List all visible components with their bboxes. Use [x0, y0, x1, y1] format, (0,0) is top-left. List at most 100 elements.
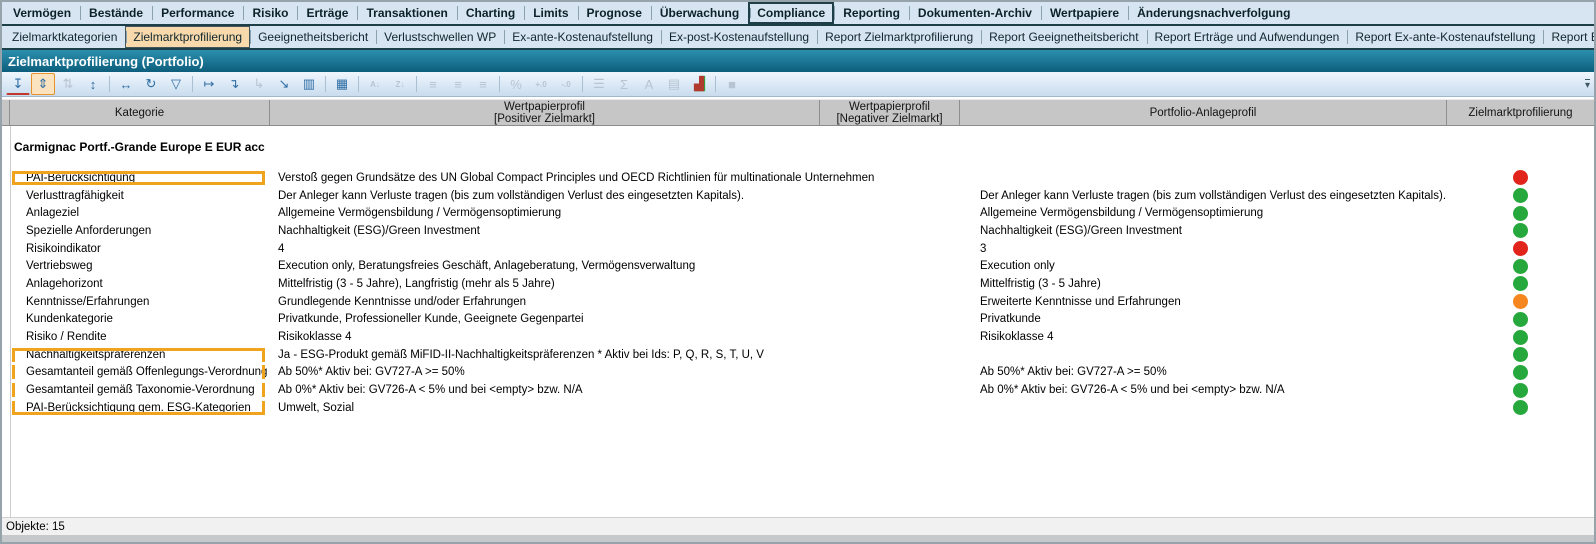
chart-icon[interactable]: ▟ — [687, 73, 711, 95]
expand-all-icon[interactable]: ⇕ — [31, 73, 55, 95]
zielmarktprofilierung-cell[interactable] — [1447, 400, 1594, 415]
drill-down-icon[interactable]: ↘ — [272, 73, 296, 95]
column-move-left-icon[interactable]: ↦ — [197, 73, 221, 95]
menu-tab-limits[interactable]: Limits — [524, 2, 577, 24]
menu-tab-prognose[interactable]: Prognose — [578, 2, 651, 24]
column-header-wertpapierprofil-positiver-zielmarkt[interactable]: Wertpapierprofil[Positiver Zielmarkt] — [270, 100, 820, 125]
refresh-icon[interactable]: ↻ — [139, 73, 163, 95]
menu-tab-risiko[interactable]: Risiko — [243, 2, 297, 24]
menu-tab-vermögen[interactable]: Vermögen — [4, 2, 80, 24]
zielmarktprofilierung-cell[interactable] — [1447, 294, 1594, 309]
portfolio-group-row[interactable]: Carmignac Portf.-Grande Europe E EUR acc — [2, 138, 1594, 156]
menu-tab-änderungsnachverfolgung[interactable]: Änderungsnachverfolgung — [1128, 2, 1299, 24]
menu-tab-compliance[interactable]: Compliance — [748, 2, 834, 24]
category-cell[interactable]: Risiko / Rendite — [10, 331, 270, 343]
wertpapierprofil-positiv-cell[interactable]: Der Anleger kann Verluste tragen (bis zu… — [270, 190, 820, 202]
subtab-geeignetheitsbericht[interactable]: Geeignetheitsbericht — [250, 26, 376, 48]
wertpapierprofil-positiv-cell[interactable]: Nachhaltigkeit (ESG)/Green Investment — [270, 225, 820, 237]
filter-icon[interactable]: ▽ — [164, 73, 188, 95]
zielmarktprofilierung-cell[interactable] — [1447, 206, 1594, 221]
wertpapierprofil-positiv-cell[interactable]: Umwelt, Sozial — [270, 402, 820, 414]
subtab-report-ex-post-kostenaufstellung[interactable]: Report Ex-post-Kostenaufstellung — [1543, 26, 1596, 48]
category-cell[interactable]: PAI-Berücksichtigung gem. ESG-Kategorien — [10, 402, 270, 414]
portfolio-anlageprofil-cell[interactable]: Allgemeine Vermögensbildung / Vermögenso… — [960, 207, 1447, 219]
menu-tab-performance[interactable]: Performance — [152, 2, 243, 24]
portfolio-anlageprofil-cell[interactable]: Nachhaltigkeit (ESG)/Green Investment — [960, 225, 1447, 237]
portfolio-anlageprofil-cell[interactable]: Ab 50%* Aktiv bei: GV727-A >= 50% — [960, 366, 1447, 378]
category-cell[interactable]: Vertriebsweg — [10, 260, 270, 272]
wertpapierprofil-positiv-cell[interactable]: Ab 50%* Aktiv bei: GV727-A >= 50% — [270, 366, 820, 378]
zielmarktprofilierung-cell[interactable] — [1447, 312, 1594, 327]
column-header-kategorie[interactable]: Kategorie — [10, 100, 270, 125]
wertpapierprofil-positiv-cell[interactable]: Allgemeine Vermögensbildung / Vermögenso… — [270, 207, 820, 219]
portfolio-anlageprofil-cell[interactable]: Ab 0%* Aktiv bei: GV726-A < 5% und bei <… — [960, 384, 1447, 396]
portfolio-anlageprofil-cell[interactable]: Execution only — [960, 260, 1447, 272]
menu-tab-reporting[interactable]: Reporting — [834, 2, 909, 24]
menu-tab-charting[interactable]: Charting — [457, 2, 524, 24]
category-cell[interactable]: PAI-Berücksichtigung — [10, 172, 270, 184]
zielmarktprofilierung-cell[interactable] — [1447, 365, 1594, 380]
portfolio-anlageprofil-cell[interactable]: Risikoklasse 4 — [960, 331, 1447, 343]
freeze-columns-icon[interactable]: ▦ — [330, 73, 354, 95]
wertpapierprofil-positiv-cell[interactable]: Risikoklasse 4 — [270, 331, 820, 343]
zielmarktprofilierung-cell[interactable] — [1447, 330, 1594, 345]
wertpapierprofil-positiv-cell[interactable]: Execution only, Beratungsfreies Geschäft… — [270, 260, 820, 272]
group-columns-icon[interactable]: ▥ — [297, 73, 321, 95]
subtab-zielmarktprofilierung[interactable]: Zielmarktprofilierung — [125, 26, 250, 48]
menu-tab-bestände[interactable]: Bestände — [80, 2, 152, 24]
subtab-ex-ante-kostenaufstellung[interactable]: Ex-ante-Kostenaufstellung — [504, 26, 661, 48]
zielmarktprofilierung-cell[interactable] — [1447, 383, 1594, 398]
wertpapierprofil-positiv-cell[interactable]: Ja - ESG-Produkt gemäß MiFID-II-Nachhalt… — [270, 349, 820, 361]
category-cell[interactable]: Risikoindikator — [10, 243, 270, 255]
wertpapierprofil-positiv-cell[interactable]: Grundlegende Kenntnisse und/oder Erfahru… — [270, 296, 820, 308]
subtab-verlustschwellen-wp[interactable]: Verlustschwellen WP — [376, 26, 504, 48]
category-cell[interactable]: Kundenkategorie — [10, 313, 270, 325]
category-cell[interactable]: Anlagehorizont — [10, 278, 270, 290]
subtab-report-erträge-und-aufwendungen[interactable]: Report Erträge und Aufwendungen — [1147, 26, 1348, 48]
subtab-ex-post-kostenaufstellung[interactable]: Ex-post-Kostenaufstellung — [661, 26, 817, 48]
menu-tab-überwachung[interactable]: Überwachung — [651, 2, 748, 24]
column-remove-icon: ↳ — [247, 73, 271, 95]
subtab-report-geeignetheitsbericht[interactable]: Report Geeignetheitsbericht — [981, 26, 1146, 48]
wertpapierprofil-positiv-cell[interactable]: Privatkunde, Professioneller Kunde, Geei… — [270, 313, 820, 325]
fit-height-icon[interactable]: ↕ — [81, 73, 105, 95]
status-green-dot-icon — [1513, 383, 1528, 398]
subtab-report-zielmarktprofilierung[interactable]: Report Zielmarktprofilierung — [817, 26, 981, 48]
resize-columns-icon[interactable]: ↔ — [114, 73, 138, 95]
portfolio-anlageprofil-cell[interactable]: Der Anleger kann Verluste tragen (bis zu… — [960, 190, 1447, 202]
zielmarktprofilierung-cell[interactable] — [1447, 347, 1594, 362]
column-header-portfolio-anlageprofil[interactable]: Portfolio-Anlageprofil — [960, 100, 1447, 125]
zielmarktprofilierung-cell[interactable] — [1447, 259, 1594, 274]
wertpapierprofil-positiv-cell[interactable]: Mittelfristig (3 - 5 Jahre), Langfristig… — [270, 278, 820, 290]
subtab-zielmarktkategorien[interactable]: Zielmarktkategorien — [4, 26, 125, 48]
subtab-report-ex-ante-kostenaufstellung[interactable]: Report Ex-ante-Kostenaufstellung — [1347, 26, 1543, 48]
menu-tab-erträge[interactable]: Erträge — [297, 2, 357, 24]
column-header-wertpapierprofil-negativer-zielmarkt[interactable]: Wertpapierprofil[Negativer Zielmarkt] — [820, 100, 960, 125]
wertpapierprofil-positiv-cell[interactable]: 4 — [270, 243, 820, 255]
category-cell[interactable]: Gesamtanteil gemäß Taxonomie-Verordnung — [10, 384, 270, 396]
category-cell[interactable]: Spezielle Anforderungen — [10, 225, 270, 237]
portfolio-anlageprofil-cell[interactable]: Privatkunde — [960, 313, 1447, 325]
zielmarktprofilierung-cell[interactable] — [1447, 170, 1594, 185]
menu-tab-transaktionen[interactable]: Transaktionen — [357, 2, 456, 24]
category-cell[interactable]: Nachhaltigkeitspräferenzen — [10, 349, 270, 361]
zielmarktprofilierung-cell[interactable] — [1447, 241, 1594, 256]
zielmarktprofilierung-cell[interactable] — [1447, 276, 1594, 291]
toolbar-overflow-icon[interactable]: ▾ — [1585, 79, 1590, 90]
portfolio-anlageprofil-cell[interactable]: Erweiterte Kenntnisse und Erfahrungen — [960, 296, 1447, 308]
category-cell[interactable]: Kenntnisse/Erfahrungen — [10, 296, 270, 308]
wertpapierprofil-positiv-cell[interactable]: Ab 0%* Aktiv bei: GV726-A < 5% und bei <… — [270, 384, 820, 396]
category-cell[interactable]: Anlageziel — [10, 207, 270, 219]
menu-tab-wertpapiere[interactable]: Wertpapiere — [1041, 2, 1128, 24]
export-icon[interactable]: ↧ — [6, 74, 30, 95]
column-header-zielmarktprofilierung[interactable]: Zielmarktprofilierung — [1447, 100, 1594, 125]
zielmarktprofilierung-cell[interactable] — [1447, 223, 1594, 238]
zielmarktprofilierung-cell[interactable] — [1447, 188, 1594, 203]
category-cell[interactable]: Gesamtanteil gemäß Offenlegungs-Verordnu… — [10, 366, 270, 378]
category-cell[interactable]: Verlusttragfähigkeit — [10, 190, 270, 202]
portfolio-anlageprofil-cell[interactable]: 3 — [960, 243, 1447, 255]
menu-tab-dokumenten-archiv[interactable]: Dokumenten-Archiv — [909, 2, 1041, 24]
column-insert-icon[interactable]: ↴ — [222, 73, 246, 95]
portfolio-anlageprofil-cell[interactable]: Mittelfristig (3 - 5 Jahre) — [960, 278, 1447, 290]
wertpapierprofil-positiv-cell[interactable]: Verstoß gegen Grundsätze des UN Global C… — [270, 172, 820, 184]
